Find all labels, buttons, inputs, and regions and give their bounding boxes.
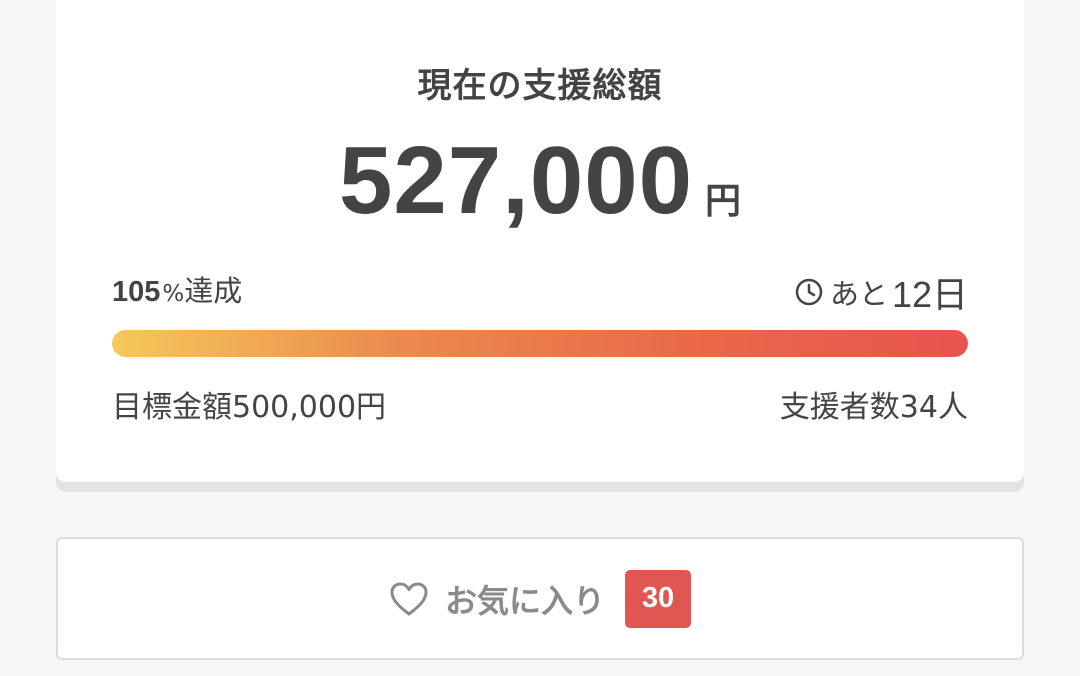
total-amount: 527,000 円 — [56, 126, 1024, 236]
remaining-days: 12日 — [891, 274, 968, 315]
favorite-count-badge: 30 — [625, 569, 691, 628]
favorite-label: お気に入り — [444, 581, 605, 620]
remaining-prefix: あと — [829, 277, 888, 311]
amount-value: 527,000 — [338, 127, 693, 234]
card-title: 現在の支援総額 — [417, 66, 663, 106]
progress-fill — [112, 330, 968, 357]
amount-unit: 円 — [705, 181, 742, 222]
remaining-time: あと 12日 — [794, 266, 968, 318]
achievement-rate: 105%達成 — [112, 268, 242, 310]
achievement-value: 105 — [112, 276, 161, 308]
goal-amount: 目標金額500,000円 — [112, 390, 387, 425]
heart-outline-icon — [389, 581, 429, 617]
backers-count: 支援者数34人 — [779, 390, 968, 425]
funding-summary-card: 現在の支援総額 527,000 円 105%達成 あと 12日 目標金額500,0… — [56, 0, 1024, 482]
clock-icon — [794, 277, 824, 307]
achievement-suffix: 達成 — [184, 274, 243, 308]
progress-bar — [112, 330, 968, 357]
favorite-button[interactable]: お気に入り 30 — [56, 537, 1024, 660]
achievement-unit: % — [162, 281, 185, 307]
